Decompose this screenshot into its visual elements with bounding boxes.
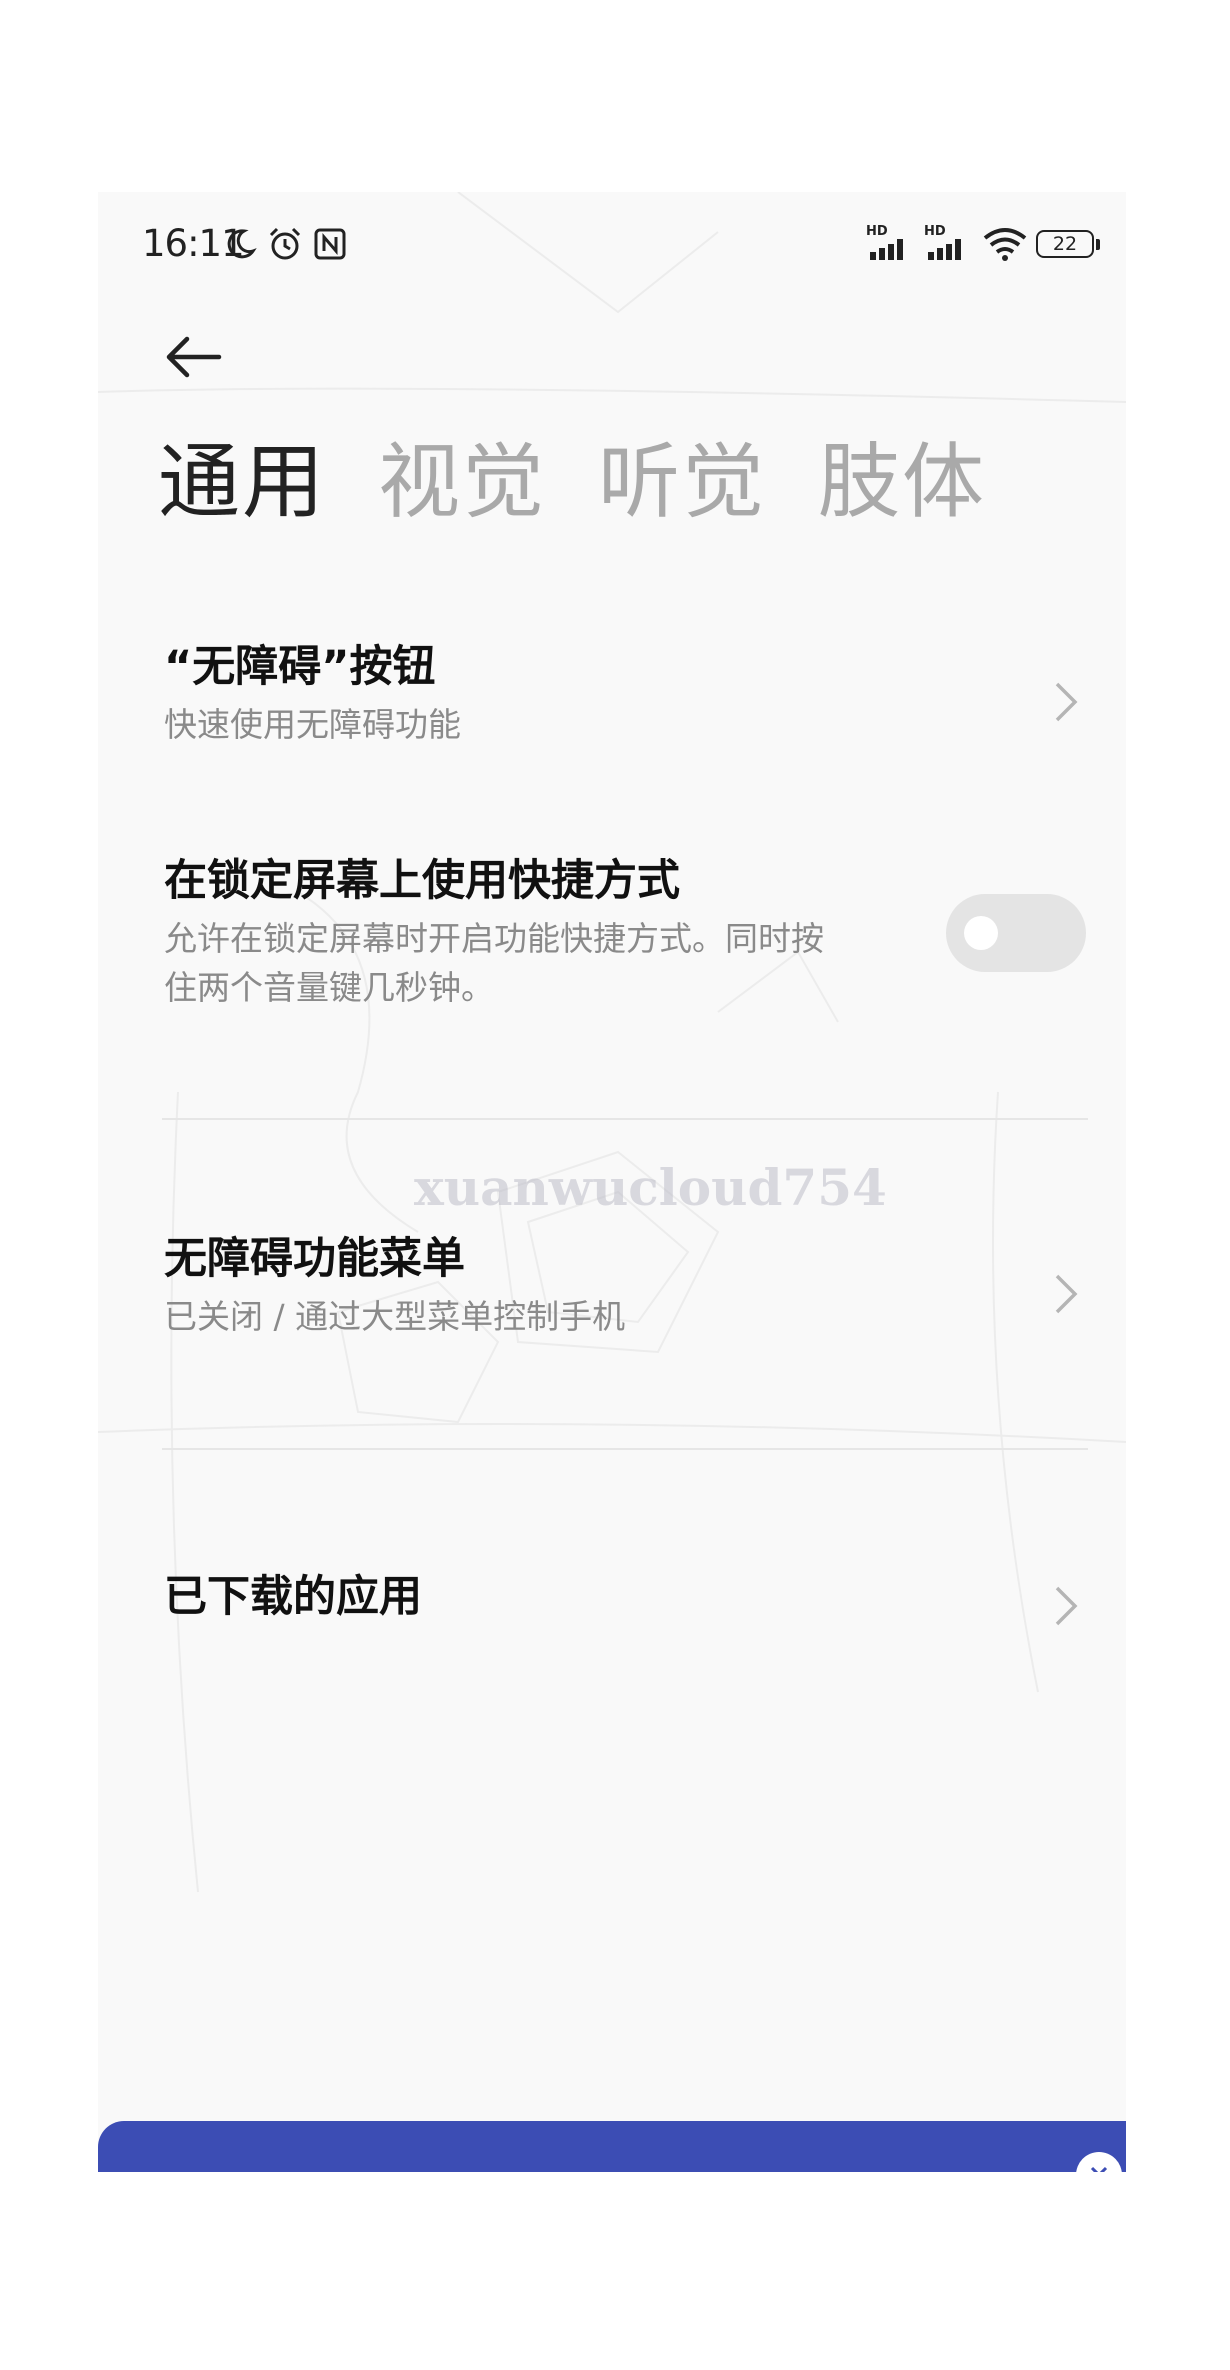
category-tabs: 通用 视觉 听觉 肢体 — [158, 442, 986, 524]
chevron-right-icon — [1046, 672, 1086, 732]
battery-icon: 22 — [1036, 230, 1094, 258]
item-subtitle-line: 允许在锁定屏幕时开启功能快捷方式。同时按 — [164, 918, 824, 958]
bottom-banner[interactable] — [98, 2121, 1126, 2172]
status-icons-right: HD HD 22 — [866, 222, 1100, 266]
battery-level: 22 — [1052, 233, 1078, 255]
phone-screen: 16:11 HD HD 22 通用 视觉 听觉 肢体 “无障碍”按钮 快速使用无… — [98, 192, 1126, 2172]
cell-signal-2-icon: HD — [924, 224, 974, 264]
lockscreen-shortcut-toggle[interactable] — [946, 894, 1086, 972]
list-item-downloaded-apps[interactable]: 已下载的应用 — [164, 1572, 1086, 1652]
tab-vision[interactable]: 视觉 — [378, 442, 546, 524]
item-subtitle: 快速使用无障碍功能 — [164, 704, 461, 744]
item-subtitle: 已关闭 / 通过大型菜单控制手机 — [164, 1296, 626, 1336]
tab-hearing[interactable]: 听觉 — [598, 442, 766, 524]
item-title: 已下载的应用 — [164, 1572, 422, 1622]
close-icon — [1090, 2166, 1108, 2172]
chevron-right-icon — [1046, 1576, 1086, 1636]
nfc-icon — [314, 228, 346, 260]
list-item-accessibility-button[interactable]: “无障碍”按钮 快速使用无障碍功能 — [164, 642, 1086, 762]
chevron-right-icon — [1046, 1264, 1086, 1324]
item-subtitle-line: 住两个音量键几秒钟。 — [164, 968, 494, 1008]
item-title: 无障碍功能菜单 — [164, 1234, 465, 1284]
cell-signal-1-icon: HD — [866, 224, 916, 264]
alarm-icon — [269, 227, 301, 260]
item-title: “无障碍”按钮 — [164, 642, 436, 692]
watermark: xuanwucloud754 — [414, 1158, 887, 1217]
toggle-knob — [964, 916, 998, 950]
list-item-lockscreen-shortcut[interactable]: 在锁定屏幕上使用快捷方式 允许在锁定屏幕时开启功能快捷方式。同时按 住两个音量键… — [164, 856, 1086, 1016]
tab-general[interactable]: 通用 — [158, 442, 326, 524]
moon-icon — [227, 229, 257, 259]
item-subtitle: 允许在锁定屏幕时开启功能快捷方式。同时按 住两个音量键几秒钟。 — [164, 914, 924, 1013]
hd-label: HD — [924, 224, 946, 239]
page: 16:11 HD HD 22 通用 视觉 听觉 肢体 “无障碍”按钮 快速使用无… — [0, 0, 1230, 2370]
arrow-left-icon — [166, 336, 222, 378]
divider — [162, 1448, 1088, 1450]
wifi-icon — [983, 228, 1027, 261]
divider — [162, 1118, 1088, 1120]
list-item-accessibility-menu[interactable]: 无障碍功能菜单 已关闭 / 通过大型菜单控制手机 — [164, 1234, 1086, 1354]
back-button[interactable] — [158, 322, 228, 392]
hd-label: HD — [866, 224, 888, 239]
item-title: 在锁定屏幕上使用快捷方式 — [164, 856, 680, 906]
tab-physical[interactable]: 肢体 — [818, 442, 986, 524]
battery-tip — [1096, 238, 1100, 250]
status-icons-left — [223, 222, 347, 266]
